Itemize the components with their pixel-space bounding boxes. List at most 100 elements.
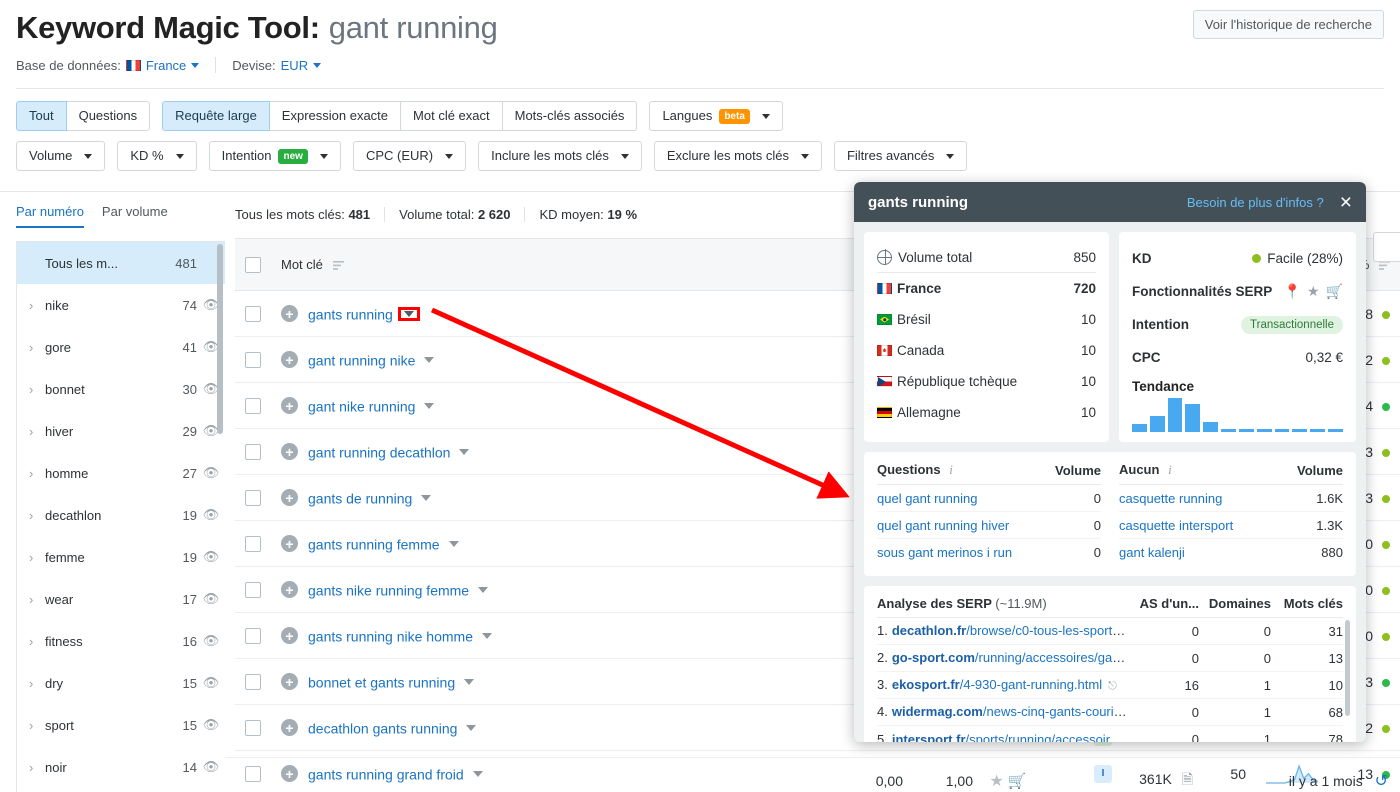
keyword-link[interactable]: gant running decathlon [308, 444, 450, 460]
related-keyword[interactable]: casquette running [1119, 491, 1316, 506]
row-checkbox[interactable] [245, 352, 261, 369]
chevron-down-icon[interactable] [448, 540, 459, 547]
filter-cpc[interactable]: CPC (EUR) [352, 141, 467, 171]
chevron-down-icon[interactable] [424, 402, 435, 409]
keyword-link[interactable]: gant running nike [308, 352, 415, 368]
filter-tab-expression-exacte[interactable]: Expression exacte [268, 101, 402, 131]
sidebar-item-fitness[interactable]: › fitness 16 👁 [17, 620, 225, 662]
refresh-icon[interactable]: ↺ [1375, 773, 1388, 790]
info-icon[interactable]: i [1168, 462, 1172, 477]
eye-icon[interactable]: 👁 [197, 633, 225, 649]
add-keyword-icon[interactable]: + [281, 351, 298, 369]
star-icon[interactable]: ★ [990, 773, 1004, 790]
filter-tab-mot-cle-exact[interactable]: Mot clé exact [400, 101, 503, 131]
serp-url[interactable]: 3. ekosport.fr/4-930-gant-running.html ⎋ [877, 677, 1127, 693]
more-info-link[interactable]: Besoin de plus d'infos ? [1187, 195, 1324, 210]
row-checkbox[interactable] [245, 628, 261, 645]
add-keyword-icon[interactable]: + [281, 719, 298, 737]
row-checkbox[interactable] [245, 306, 261, 323]
sidebar-item-femme[interactable]: › femme 19 👁 [17, 536, 225, 578]
eye-icon[interactable]: 👁 [197, 717, 225, 733]
sidebar-scrollbar[interactable] [217, 244, 223, 434]
filter-include-keywords[interactable]: Inclure les mots clés [478, 141, 642, 171]
question-keyword[interactable]: quel gant running [877, 491, 1094, 506]
filter-exclude-keywords[interactable]: Exclure les mots clés [653, 141, 822, 171]
serp-path[interactable]: /browse/c0-tous-les-sport... [966, 623, 1125, 638]
sidebar-item-wear[interactable]: › wear 17 👁 [17, 578, 225, 620]
serp-scrollbar[interactable] [1345, 620, 1350, 716]
sidebar-item-noir[interactable]: › noir 14 👁 [17, 746, 225, 788]
close-icon[interactable]: × [1340, 192, 1352, 213]
add-keyword-icon[interactable]: + [281, 535, 298, 553]
currency-value[interactable]: EUR [281, 58, 322, 73]
sidebar-tab-par-numero[interactable]: Par numéro [16, 204, 84, 228]
chevron-down-icon[interactable] [421, 494, 432, 501]
serp-domain[interactable]: go-sport.com [892, 650, 975, 665]
serp-url[interactable]: 1. decathlon.fr/browse/c0-tous-les-sport.… [877, 623, 1127, 639]
database-value[interactable]: France [125, 58, 200, 73]
filter-advanced[interactable]: Filtres avancés [833, 141, 968, 171]
eye-icon[interactable]: 👁 [197, 465, 225, 481]
serp-path[interactable]: /running/accessoires/gan... [975, 650, 1127, 665]
add-keyword-icon[interactable]: + [281, 305, 298, 323]
serp-path[interactable]: /sports/running/accessoir... [966, 732, 1126, 743]
document-icon[interactable]: 🗎 [1182, 771, 1193, 787]
question-keyword[interactable]: quel gant running hiver [877, 518, 1094, 533]
serp-url[interactable]: 4. widermag.com/news-cinq-gants-courir-..… [877, 704, 1127, 720]
add-keyword-icon[interactable]: + [281, 581, 298, 599]
select-all-checkbox[interactable] [245, 256, 261, 273]
related-keyword[interactable]: casquette intersport [1119, 518, 1316, 533]
info-icon[interactable]: i [949, 462, 953, 477]
add-keyword-icon[interactable]: + [281, 489, 298, 507]
star-icon[interactable]: ★ [1307, 283, 1320, 300]
row-checkbox[interactable] [245, 398, 261, 415]
keyword-link[interactable]: gants de running [308, 490, 412, 506]
keyword-link[interactable]: bonnet et gants running [308, 674, 455, 690]
question-keyword[interactable]: sous gant merinos i run [877, 545, 1094, 560]
sidebar-item-dry[interactable]: › dry 15 👁 [17, 662, 225, 704]
serp-domain[interactable]: intersport.fr [892, 732, 966, 743]
add-keyword-icon[interactable]: + [281, 673, 298, 691]
row-checkbox[interactable] [245, 444, 261, 461]
sidebar-item-hiver[interactable]: › hiver 29 👁 [17, 410, 225, 452]
add-keyword-icon[interactable]: + [281, 627, 298, 645]
keyword-link[interactable]: decathlon gants running [308, 720, 457, 736]
eye-icon[interactable]: 👁 [197, 759, 225, 775]
keyword-link[interactable]: gants nike running femme [308, 582, 469, 598]
chevron-down-icon[interactable] [424, 356, 435, 363]
add-keyword-icon[interactable]: + [281, 443, 298, 461]
keyword-link[interactable]: gants running [308, 306, 393, 322]
sidebar-item-nike[interactable]: › nike 74 👁 [17, 284, 225, 326]
filter-volume[interactable]: Volume [16, 141, 106, 171]
search-history-button[interactable]: Voir l'historique de recherche [1192, 10, 1384, 39]
eye-icon[interactable]: 👁 [197, 507, 225, 523]
database-selector[interactable]: Base de données: France [16, 58, 200, 73]
row-checkbox[interactable] [245, 536, 261, 553]
serp-domain[interactable]: decathlon.fr [892, 623, 966, 638]
filter-tab-mots-cles-associes[interactable]: Mots-clés associés [501, 101, 638, 131]
row-checkbox[interactable] [245, 582, 261, 599]
sidebar-item-sport[interactable]: › sport 15 👁 [17, 704, 225, 746]
sidebar-item-gore[interactable]: › gore 41 👁 [17, 326, 225, 368]
filter-languages[interactable]: Langues beta [649, 101, 783, 131]
currency-selector[interactable]: Devise: EUR [232, 58, 322, 73]
shopping-cart-icon[interactable]: 🛒 [1326, 283, 1343, 300]
chevron-down-icon[interactable] [478, 586, 489, 593]
shopping-cart-icon[interactable]: 🛒 [1008, 773, 1027, 790]
sidebar-item-bonnet[interactable]: › bonnet 30 👁 [17, 368, 225, 410]
row-checkbox[interactable] [245, 720, 261, 737]
chevron-down-icon[interactable] [459, 448, 470, 455]
filter-tab-requete-large[interactable]: Requête large [162, 101, 270, 131]
related-keyword[interactable]: gant kalenji [1119, 545, 1321, 560]
filter-tab-questions[interactable]: Questions [65, 101, 151, 131]
sidebar-item-all-keywords[interactable]: Tous les m... 481 [17, 242, 225, 284]
chevron-down-icon[interactable] [466, 724, 477, 731]
eye-icon[interactable]: 👁 [197, 675, 225, 691]
sidebar-tab-par-volume[interactable]: Par volume [102, 204, 168, 228]
sidebar-item-homme[interactable]: › homme 27 👁 [17, 452, 225, 494]
eye-icon[interactable]: 👁 [197, 591, 225, 607]
filter-intention[interactable]: Intention new [208, 141, 341, 171]
eye-icon[interactable]: 👁 [197, 549, 225, 565]
chevron-down-icon[interactable] [464, 678, 475, 685]
keyword-link[interactable]: gant nike running [308, 398, 415, 414]
